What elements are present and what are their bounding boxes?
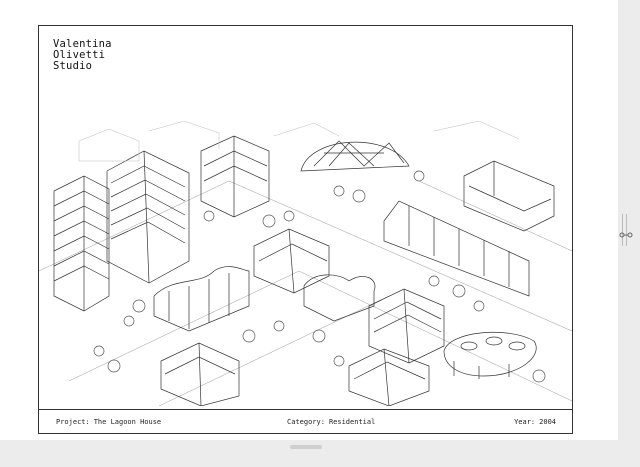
year-value: 2004 bbox=[539, 418, 556, 426]
lagoon-house bbox=[443, 331, 537, 379]
project-value: The Lagoon House bbox=[93, 418, 162, 426]
studio-title-line-3: Studio bbox=[53, 60, 93, 72]
front-glass-block bbox=[160, 342, 240, 406]
wave-pavilion bbox=[153, 266, 250, 332]
bottom-drag-handle[interactable] bbox=[290, 445, 322, 449]
category-field: Category: Residential bbox=[287, 418, 375, 426]
project-field: Project: The Lagoon House bbox=[56, 418, 161, 426]
upper-right-building bbox=[463, 160, 555, 232]
category-label: Category: bbox=[287, 418, 325, 426]
title-block: Project: The Lagoon House Category: Reside… bbox=[39, 409, 572, 433]
central-block bbox=[253, 228, 330, 294]
midrise-block bbox=[200, 135, 270, 218]
lower-glass-pavilion bbox=[348, 348, 430, 406]
year-field: Year: 2004 bbox=[514, 418, 556, 426]
drag-handle-icon[interactable] bbox=[619, 230, 633, 240]
tower-center-left bbox=[106, 150, 190, 284]
cloud-roof-building bbox=[303, 274, 376, 322]
isometric-city-drawing bbox=[39, 121, 572, 406]
project-label: Project: bbox=[56, 418, 90, 426]
background-buildings bbox=[78, 121, 520, 162]
year-label: Year: bbox=[514, 418, 536, 426]
street-grid bbox=[39, 180, 572, 406]
category-value: Residential bbox=[328, 418, 376, 426]
glass-dome bbox=[300, 140, 410, 172]
studio-title: Valentina Olivetti Studio bbox=[53, 39, 112, 72]
rowhouses bbox=[383, 200, 530, 297]
drawing-sheet: Valentina Olivetti Studio Project: The L… bbox=[38, 25, 573, 434]
tower-left bbox=[53, 175, 110, 312]
document-page: Valentina Olivetti Studio Project: The L… bbox=[0, 0, 618, 440]
